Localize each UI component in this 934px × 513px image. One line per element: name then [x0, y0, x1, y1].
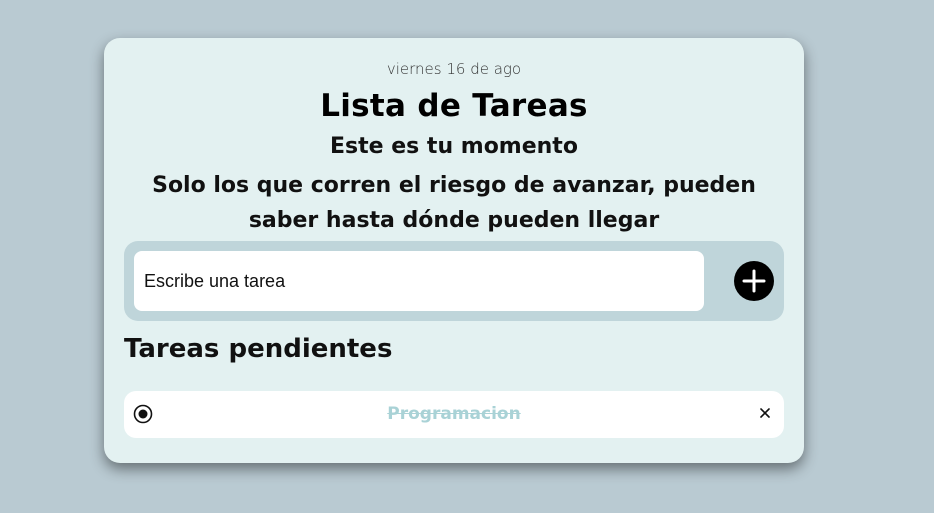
close-icon[interactable]: [758, 406, 772, 420]
motivational-quote: Solo los que corren el riesgo de avanzar…: [152, 173, 756, 233]
task-input[interactable]: [134, 251, 704, 311]
page-title: Lista de Tareas: [320, 88, 588, 124]
pending-tasks-title: Tareas pendientes: [124, 334, 393, 364]
plus-circle-icon: [742, 269, 766, 293]
task-text: Programacion: [387, 404, 521, 424]
todo-card: viernes 16 de ago Lista de Tareas Este e…: [104, 38, 804, 463]
page-subtitle: Este es tu momento: [330, 134, 578, 159]
date-label: viernes 16 de ago: [386, 60, 522, 78]
add-task-button[interactable]: [734, 261, 774, 301]
task-item: Programacion: [124, 391, 784, 438]
task-input-bar: [124, 241, 784, 321]
